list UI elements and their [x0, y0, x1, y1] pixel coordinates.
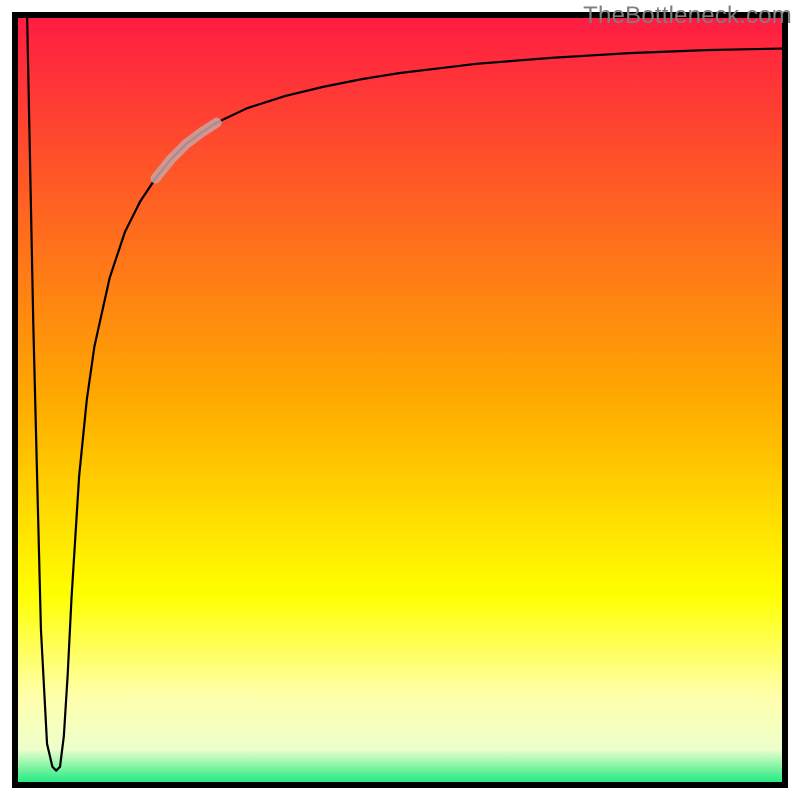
- chart-container: TheBottleneck.com: [0, 0, 800, 800]
- plot-background: [12, 12, 788, 788]
- watermark-text: TheBottleneck.com: [583, 2, 792, 30]
- bottleneck-chart: [0, 0, 800, 800]
